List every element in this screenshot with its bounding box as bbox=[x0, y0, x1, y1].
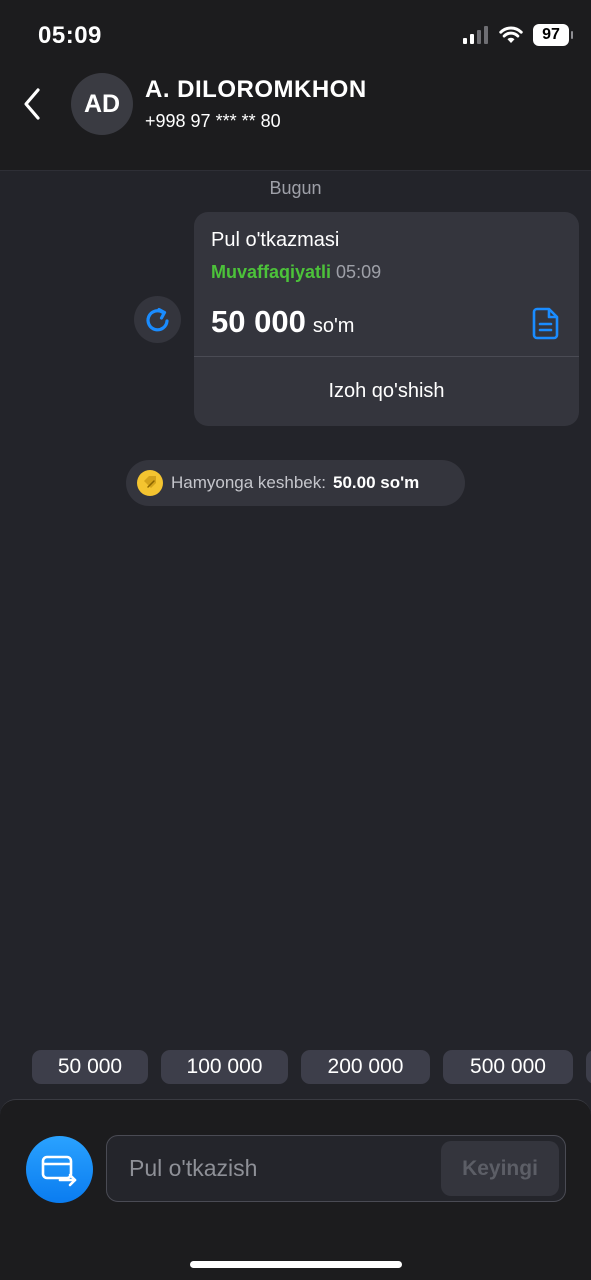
quick-amount-chip[interactable]: 500 000 bbox=[443, 1050, 573, 1084]
home-indicator bbox=[190, 1261, 402, 1268]
transfer-amount: 50 000 bbox=[211, 304, 306, 339]
transfer-currency: so'm bbox=[312, 315, 355, 337]
contact-name[interactable]: A. DILOROMKHON bbox=[145, 76, 367, 104]
back-button[interactable] bbox=[18, 84, 48, 124]
cashback-label: Hamyonga keshbek: bbox=[171, 473, 326, 492]
card-transfer-button[interactable] bbox=[26, 1136, 93, 1203]
repeat-transfer-button[interactable] bbox=[134, 296, 181, 343]
quick-amount-chip[interactable]: 100 000 bbox=[161, 1050, 288, 1084]
transfer-time: 05:09 bbox=[336, 262, 382, 282]
quick-amount-chip[interactable]: 200 000 bbox=[301, 1050, 430, 1084]
next-button[interactable]: Keyingi bbox=[441, 1141, 559, 1196]
contact-phone: +998 97 *** ** 80 bbox=[145, 111, 281, 131]
transfer-title: Pul o'tkazmasi bbox=[211, 229, 340, 251]
status-time: 05:09 bbox=[38, 22, 102, 49]
status-icons: 97 bbox=[463, 24, 573, 46]
wifi-icon bbox=[499, 26, 523, 43]
signal-icon bbox=[463, 26, 488, 44]
cashback-coin-icon bbox=[137, 470, 163, 496]
header-divider bbox=[0, 170, 591, 171]
cashback-badge: Hamyonga keshbek: 50.00 so'm bbox=[126, 460, 465, 506]
date-separator: Bugun bbox=[269, 178, 322, 198]
composer-panel: Keyingi bbox=[0, 1099, 591, 1280]
transfer-amount-input[interactable] bbox=[129, 1136, 429, 1200]
card-transfer-icon bbox=[41, 1155, 76, 1186]
add-comment-button[interactable]: Izoh qo'shish bbox=[194, 358, 579, 424]
transfer-message[interactable]: Pul o'tkazmasi Muvaffaqiyatli 05:09 50 0… bbox=[194, 212, 579, 426]
cashback-value: 50.00 so'm bbox=[332, 473, 420, 492]
avatar[interactable]: AD bbox=[71, 73, 133, 135]
battery-icon: 97 bbox=[533, 24, 573, 46]
transfer-status-line: Muvaffaqiyatli 05:09 bbox=[211, 262, 381, 283]
chat-header: AD A. DILOROMKHON +998 97 *** ** 80 bbox=[0, 62, 591, 170]
transfer-amount-row: 50 000 so'm bbox=[211, 304, 354, 340]
quick-amount-chip-partial[interactable] bbox=[586, 1050, 591, 1084]
quick-amounts: 50 000 100 000 200 000 500 000 bbox=[32, 1050, 591, 1084]
quick-amount-chip[interactable]: 50 000 bbox=[32, 1050, 148, 1084]
repeat-icon bbox=[145, 307, 169, 331]
receipt-document-icon[interactable] bbox=[531, 306, 561, 340]
bubble-divider bbox=[194, 356, 579, 357]
transfer-input-box: Keyingi bbox=[106, 1135, 566, 1202]
status-success: Muvaffaqiyatli bbox=[211, 262, 332, 282]
status-bar: 05:09 97 bbox=[0, 0, 591, 62]
